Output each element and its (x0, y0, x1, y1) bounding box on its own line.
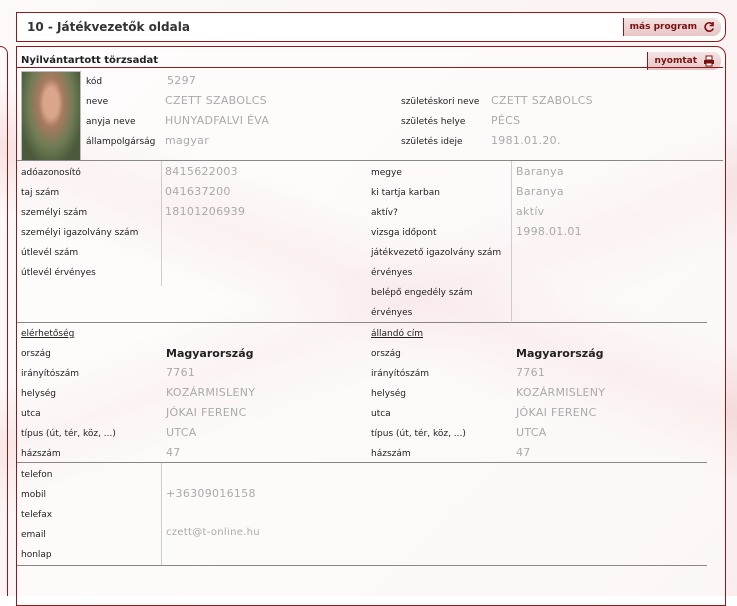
exam-date-label: vizsga időpont (371, 228, 437, 238)
code-label: kód (86, 77, 103, 87)
homepage-label: honlap (21, 550, 52, 560)
section-divider (17, 462, 707, 463)
contact-zip-label: irányítószám (21, 369, 79, 379)
permanent-country-label: ország (371, 349, 401, 359)
contact-type-value: UTCA (166, 426, 197, 439)
contact-street-value: JÓKAI FERENC (166, 406, 247, 419)
county-value: Baranya (516, 165, 564, 178)
permanent-type-value: UTCA (516, 426, 547, 439)
birth-place-value: PÉCS (491, 114, 521, 127)
county-label: megye (371, 168, 402, 178)
permanent-street-value: JÓKAI FERENC (516, 406, 597, 419)
birth-date-label: születés ideje (401, 137, 463, 147)
mobile-label: mobil (21, 490, 46, 500)
tax-id-value: 8415622003 (165, 165, 238, 178)
active-value: aktív (516, 205, 545, 218)
contact-city-value: KOZÁRMISLENY (166, 386, 256, 399)
mobile-value: +36309016158 (166, 487, 256, 500)
taj-label: taj szám (21, 188, 60, 198)
maintainer-value: Baranya (516, 185, 564, 198)
permanent-house-number-value: 47 (516, 446, 531, 459)
contact-street-label: utca (21, 409, 41, 419)
passport-label: útlevél szám (21, 248, 79, 258)
permanent-country-value: Magyarország (516, 347, 604, 360)
referee-card-label: játékvezető igazolvány szám (371, 248, 502, 258)
name-value: CZETT SZABOLCS (165, 94, 267, 107)
section-divider (17, 160, 723, 161)
entry-permit-valid-label: érvényes (371, 308, 413, 318)
personal-number-value: 18101206939 (165, 205, 246, 218)
other-program-label: más program (629, 22, 697, 32)
citizenship-value: magyar (165, 134, 210, 147)
panel-title: Nyilvántartott törzsadat (21, 55, 159, 66)
section-divider (17, 565, 707, 566)
page-title: 10 - Játékvezetők oldala (27, 20, 190, 34)
email-label: email (21, 530, 46, 540)
permanent-city-value: KOZÁRMISLENY (516, 386, 606, 399)
exam-date-value: 1998.01.01 (516, 225, 582, 238)
printer-icon (704, 55, 714, 67)
contact-house-number-value: 47 (166, 446, 181, 459)
column-divider (161, 463, 162, 566)
citizenship-label: állampolgárság (86, 137, 156, 147)
passport-valid-label: útlevél érvényes (21, 268, 96, 278)
tax-id-label: adóazonosító (21, 168, 81, 178)
permanent-address-title[interactable]: állandó cím (371, 329, 423, 339)
taj-value: 041637200 (165, 185, 231, 198)
mother-name-label: anyja neve (86, 117, 136, 127)
title-divider (17, 67, 723, 68)
referee-card-valid-label: érvényes (371, 268, 413, 278)
birth-place-label: születés helye (401, 117, 466, 127)
id-card-label: személyi igazolvány szám (21, 228, 139, 238)
permanent-type-label: típus (út, tér, köz, ...) (371, 429, 466, 439)
column-divider (511, 161, 512, 321)
personal-number-label: személyi szám (21, 208, 88, 218)
contact-country-label: ország (21, 349, 51, 359)
birth-name-value: CZETT SZABOLCS (491, 94, 593, 107)
section-divider (17, 322, 707, 323)
contact-country-value: Magyarország (166, 347, 254, 360)
maintainer-label: ki tartja karban (371, 188, 440, 198)
permanent-street-label: utca (371, 409, 391, 419)
birth-date-value: 1981.01.20. (491, 134, 561, 147)
code-value: 5297 (167, 74, 197, 87)
column-divider (161, 161, 162, 286)
contact-house-number-label: házszám (21, 449, 61, 459)
contact-city-label: helység (21, 389, 57, 399)
page-header: 10 - Játékvezetők oldala más program (16, 12, 726, 42)
permanent-zip-value: 7761 (516, 366, 546, 379)
contact-zip-value: 7761 (166, 366, 196, 379)
contact-section-title[interactable]: elérhetőség (21, 329, 74, 339)
other-program-button[interactable]: más program (622, 18, 721, 36)
left-collapsed-panel (0, 46, 8, 596)
refresh-icon (704, 21, 714, 32)
print-label: nyomtat (654, 56, 697, 66)
mother-name-value: HUNYADFALVI ÉVA (165, 114, 270, 127)
entry-permit-label: belépő engedély szám (371, 288, 473, 298)
permanent-house-number-label: házszám (371, 449, 411, 459)
active-label: aktív? (371, 208, 398, 218)
name-label: neve (86, 97, 109, 107)
contact-type-label: típus (út, tér, köz, ...) (21, 429, 116, 439)
avatar (21, 71, 81, 161)
email-value: czett@t-online.hu (166, 527, 260, 538)
permanent-city-label: helység (371, 389, 407, 399)
birth-name-label: születéskori neve (401, 97, 480, 107)
permanent-zip-label: irányítószám (371, 369, 429, 379)
fax-label: telefax (21, 510, 53, 520)
master-data-panel: Nyilvántartott törzsadat nyomtat kód 529… (16, 46, 726, 606)
phone-label: telefon (21, 470, 53, 480)
